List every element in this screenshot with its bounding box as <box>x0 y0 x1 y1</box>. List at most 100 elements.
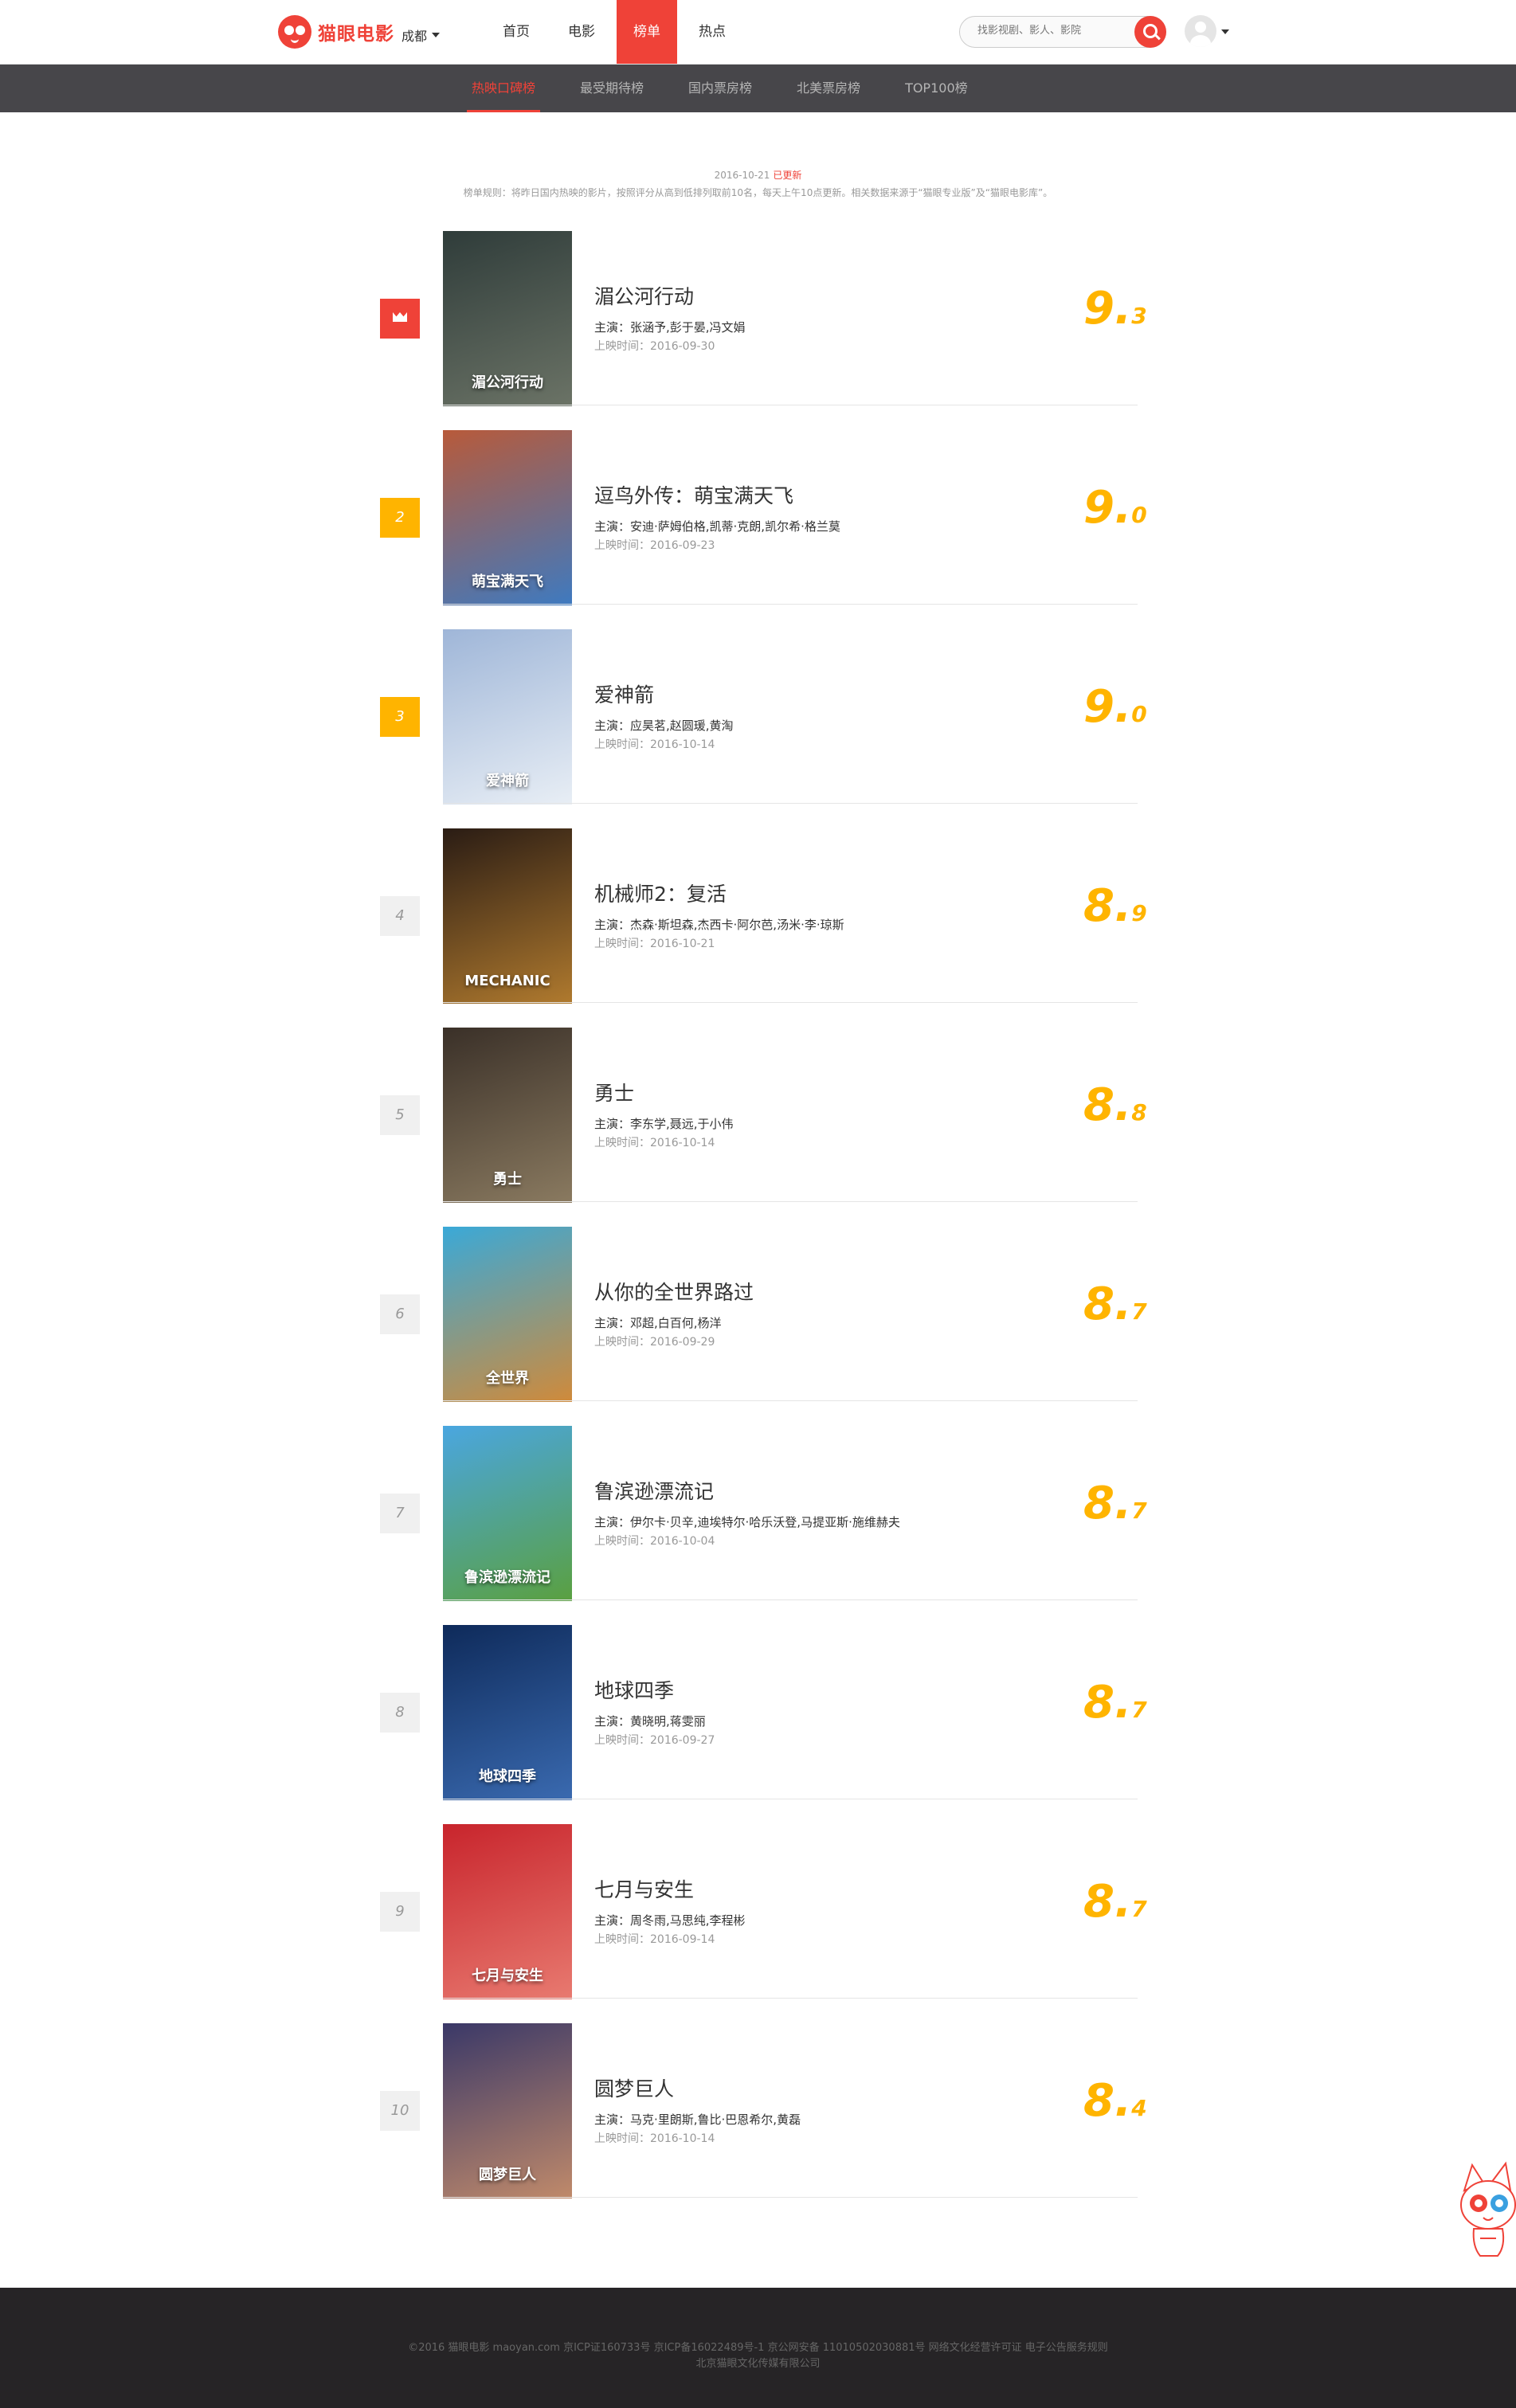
score-integer: 8. <box>1083 2075 1132 2127</box>
rank-badge: 7 <box>380 1494 420 1533</box>
movie-release-date: 上映时间：2016-09-23 <box>594 539 715 552</box>
movie-score: 9.0 <box>1083 482 1187 534</box>
poster-text: 地球四季 <box>479 1768 536 1785</box>
row-divider <box>443 604 1138 605</box>
movie-row: 10 圆梦巨人 圆梦巨人 主演：马克·里朗斯,鲁比·巴恩希尔,黄磊 上映时间：2016-… <box>0 0 1516 2199</box>
score-integer: 8. <box>1083 880 1132 932</box>
rank-badge: 3 <box>380 697 420 737</box>
movie-release-date: 上映时间：2016-10-21 <box>594 938 715 950</box>
movie-title[interactable]: 逗鸟外传：萌宝满天飞 <box>594 480 793 509</box>
movie-actors: 主演：安迪·萨姆伯格,凯蒂·克朗,凯尔希·格兰莫 <box>594 519 840 534</box>
movie-poster[interactable]: 爱神箭 <box>443 629 572 805</box>
row-divider <box>443 1201 1138 1202</box>
rank-badge: 2 <box>380 498 420 538</box>
movie-actors: 主演：应昊茗,赵圆瑗,黄淘 <box>594 718 734 733</box>
row-divider <box>443 1400 1138 1401</box>
poster-text: 鲁滨逊漂流记 <box>464 1569 550 1586</box>
movie-actors: 主演：杰森·斯坦森,杰西卡·阿尔芭,汤米·李·琼斯 <box>594 918 844 932</box>
score-fraction: 4 <box>1131 2095 1147 2121</box>
cat-mascot-icon[interactable] <box>1456 2159 1516 2262</box>
score-integer: 9. <box>1083 482 1132 534</box>
score-integer: 9. <box>1083 283 1132 335</box>
movie-actors: 主演：伊尔卡·贝辛,迪埃特尔·哈乐沃登,马提亚斯·施维赫夫 <box>594 1515 900 1529</box>
movie-poster[interactable]: MECHANIC <box>443 828 572 1004</box>
row-divider <box>443 1599 1138 1600</box>
score-integer: 9. <box>1083 681 1132 733</box>
movie-release-date: 上映时间：2016-09-29 <box>594 1336 715 1349</box>
crown-icon <box>393 312 407 322</box>
movie-poster[interactable]: 七月与安生 <box>443 1824 572 1999</box>
score-fraction: 7 <box>1131 1298 1147 1325</box>
score-fraction: 7 <box>1131 1697 1147 1723</box>
movie-title[interactable]: 爱神箭 <box>594 679 654 708</box>
poster-text: 圆梦巨人 <box>479 2167 536 2183</box>
score-integer: 8. <box>1083 1478 1132 1529</box>
score-fraction: 0 <box>1131 502 1147 528</box>
movie-title[interactable]: 从你的全世界路过 <box>594 1277 754 1306</box>
movie-actors: 主演：周冬雨,马思纯,李程彬 <box>594 1913 746 1928</box>
poster-text: 爱神箭 <box>486 773 529 789</box>
movie-score: 8.7 <box>1083 1278 1187 1330</box>
movie-title[interactable]: 地球四季 <box>594 1675 674 1704</box>
poster-text: MECHANIC <box>464 973 550 989</box>
movie-title[interactable]: 七月与安生 <box>594 1874 694 1903</box>
score-fraction: 0 <box>1131 701 1147 727</box>
score-fraction: 3 <box>1131 303 1147 329</box>
movie-poster[interactable]: 勇士 <box>443 1028 572 1203</box>
movie-poster[interactable]: 圆梦巨人 <box>443 2023 572 2199</box>
movie-actors: 主演：李东学,聂远,于小伟 <box>594 1117 734 1131</box>
poster-text: 全世界 <box>486 1370 529 1387</box>
movie-title[interactable]: 圆梦巨人 <box>594 2073 674 2102</box>
movie-poster[interactable]: 鲁滨逊漂流记 <box>443 1426 572 1601</box>
row-divider <box>443 1998 1138 1999</box>
score-integer: 8. <box>1083 1079 1132 1131</box>
movie-release-date: 上映时间：2016-10-14 <box>594 1137 715 1149</box>
score-integer: 8. <box>1083 1278 1132 1330</box>
movie-score: 9.0 <box>1083 681 1187 733</box>
movie-title[interactable]: 勇士 <box>594 1078 634 1106</box>
rank-badge: 8 <box>380 1693 420 1733</box>
footer-company: 北京猫眼文化传媒有限公司 <box>695 2358 821 2370</box>
movie-actors: 主演：张涵予,彭于晏,冯文娟 <box>594 320 746 335</box>
poster-text: 萌宝满天飞 <box>472 574 543 590</box>
score-fraction: 7 <box>1131 1896 1147 1922</box>
movie-title[interactable]: 鲁滨逊漂流记 <box>594 1476 714 1505</box>
row-divider <box>443 2197 1138 2198</box>
movie-score: 9.3 <box>1083 283 1187 335</box>
score-integer: 8. <box>1083 1677 1132 1729</box>
movie-poster[interactable]: 萌宝满天飞 <box>443 430 572 605</box>
row-divider <box>443 803 1138 804</box>
movie-score: 8.4 <box>1083 2075 1187 2127</box>
page-footer: ©2016 猫眼电影 maoyan.com 京ICP证160733号 京ICP备… <box>0 2288 1516 2408</box>
movie-score: 8.7 <box>1083 1876 1187 1928</box>
movie-release-date: 上映时间：2016-10-04 <box>594 1535 715 1548</box>
movie-score: 8.9 <box>1083 880 1187 932</box>
movie-score: 8.8 <box>1083 1079 1187 1131</box>
row-divider <box>443 1002 1138 1003</box>
movie-poster[interactable]: 湄公河行动 <box>443 231 572 406</box>
rank-badge: 10 <box>380 2091 420 2131</box>
movie-score: 8.7 <box>1083 1478 1187 1529</box>
score-fraction: 7 <box>1131 1498 1147 1524</box>
rank-badge: 5 <box>380 1095 420 1135</box>
rank-crown-badge <box>380 299 420 339</box>
score-fraction: 8 <box>1131 1099 1147 1126</box>
movie-poster[interactable]: 全世界 <box>443 1227 572 1402</box>
poster-text: 七月与安生 <box>472 1968 543 1984</box>
movie-poster[interactable]: 地球四季 <box>443 1625 572 1800</box>
movie-score: 8.7 <box>1083 1677 1187 1729</box>
score-fraction: 9 <box>1131 900 1147 926</box>
movie-release-date: 上映时间：2016-09-14 <box>594 1933 715 1946</box>
movie-actors: 主演：马克·里朗斯,鲁比·巴恩希尔,黄磊 <box>594 2112 801 2127</box>
movie-title[interactable]: 湄公河行动 <box>594 281 694 310</box>
rank-badge: 4 <box>380 896 420 936</box>
movie-title[interactable]: 机械师2：复活 <box>594 879 727 907</box>
movie-release-date: 上映时间：2016-09-27 <box>594 1734 715 1747</box>
rank-badge: 9 <box>380 1892 420 1932</box>
rank-badge: 6 <box>380 1294 420 1334</box>
movie-actors: 主演：邓超,白百何,杨洋 <box>594 1316 722 1330</box>
poster-text: 湄公河行动 <box>472 374 543 391</box>
movie-release-date: 上映时间：2016-10-14 <box>594 2132 715 2145</box>
movie-release-date: 上映时间：2016-10-14 <box>594 738 715 751</box>
poster-text: 勇士 <box>493 1171 522 1188</box>
